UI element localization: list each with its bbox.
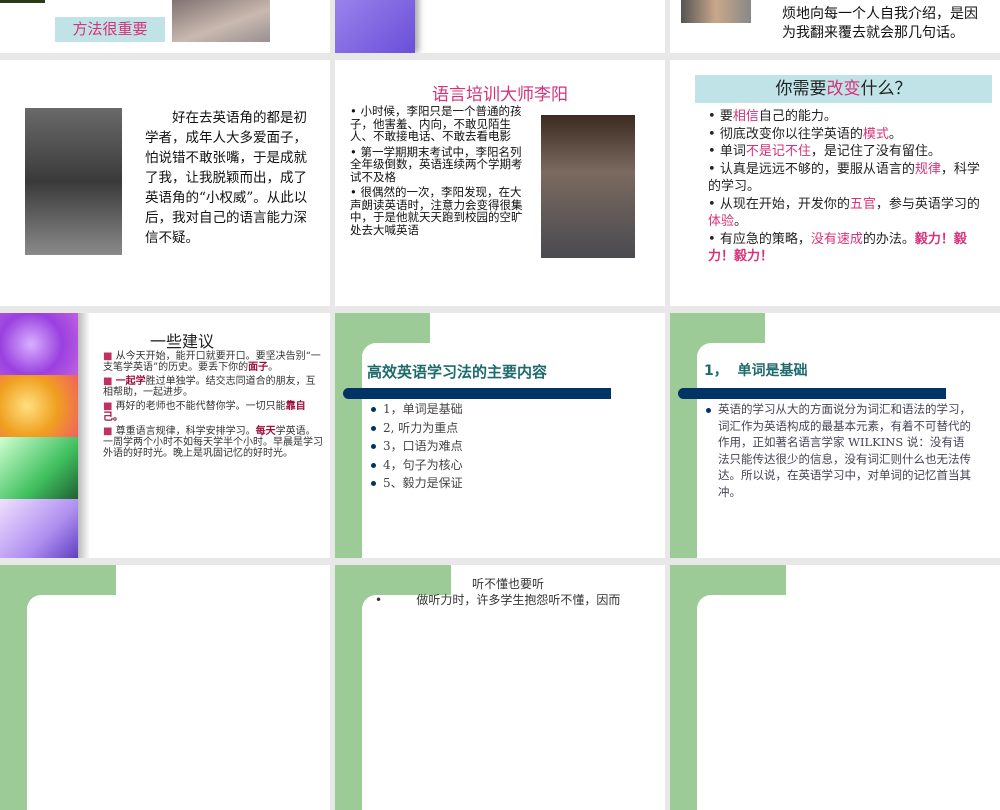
h: 一起学 xyxy=(115,376,146,387)
slide-thumbnail-7[interactable]: 一些建议 ■ 从今天开始，能开口就要开口。要坚决告别“一支笔学英语”的历史。要丢… xyxy=(0,313,330,558)
h: 不是记不住 xyxy=(745,144,811,159)
slide-title: 你需要改变什么？ xyxy=(695,75,992,103)
t: 尊重语言规律，科学安排学习。 xyxy=(115,426,256,437)
bullet-text: 第一学期期末考试中，李阳名列全年级倒数，英语连续两个学期考试不及格 xyxy=(350,144,523,184)
slide-title: 1， 单词是基础 xyxy=(704,363,808,379)
title-part: 什么？ xyxy=(860,79,912,99)
title-underline-bar xyxy=(678,388,946,399)
bullet-item: • 要相信自己的能力。 xyxy=(708,109,837,124)
text-line: 为我翻来覆去就会那几句话。 xyxy=(782,25,964,41)
list-item: 1，单词是基础 xyxy=(371,400,463,419)
h: 模式 xyxy=(862,126,889,142)
bullet-item: • 很偶然的一次，李阳发现，在大声朗读英语时，注意力会变得很集中，于是他就天天跑… xyxy=(350,185,523,237)
bullet-item: • 第一学期期末考试中，李阳名列全年级倒数，英语连续两个学期考试不及格 xyxy=(350,144,523,184)
book-image-strip xyxy=(335,0,415,53)
list-item: 2, 听力为重点 xyxy=(371,419,463,438)
h: 没有速成 xyxy=(810,231,863,247)
bullet-text: 很偶然的一次，李阳发现，在大声朗读英语时，注意力会变得很集中，于是他就天天跑到校… xyxy=(350,185,523,237)
text-line: 烦地向每一个人自我介绍，是因 xyxy=(782,6,978,22)
h: 五官 xyxy=(849,196,876,212)
bullet-item: • 单词不是记不住，是记住了没有留住。 xyxy=(708,144,941,159)
t: ，参与英语学习的 xyxy=(875,196,980,212)
green-column xyxy=(0,565,28,810)
clock-image xyxy=(0,313,78,375)
t: 有应急的策略， xyxy=(719,231,811,247)
title-part: 你需要 xyxy=(775,79,827,99)
body-text: 英语的学习从大的方面说分为词汇和语法的学习，词汇作为英语构成的最基本元素，有着不… xyxy=(706,401,971,500)
bullet-item: ■ 再好的老师也不能代替你学。一切只能靠自己。 xyxy=(103,401,306,423)
slide-thumbnail-1[interactable]: 方法很重要 xyxy=(0,0,330,53)
slide-thumbnail-9[interactable]: 1， 单词是基础 英语的学习从大的方面说分为词汇和语法的学习，词汇作为英语构成的… xyxy=(670,313,1000,558)
slide-thumbnail-8[interactable]: 高效英语学习法的主要内容 1，单词是基础 2, 听力为重点 3，口语为难点 4，… xyxy=(335,313,665,558)
t: 从今天开始，能开口就要开口。要坚决告别“一支笔学英语”的历史。要丢下你的 xyxy=(103,351,321,373)
content-panel xyxy=(362,595,665,810)
bullet-text: 做听力时，许多学生抱怨听不懂，因而 xyxy=(416,593,621,607)
bullet-item: ■ 一起学胜过单独学。结交志同道合的朋友，互相帮助，一起进步。 xyxy=(103,376,316,398)
slide-thumbnail-2[interactable] xyxy=(335,0,665,53)
green-column xyxy=(335,565,363,810)
slide-title-box: 方法很重要 xyxy=(55,17,165,42)
slide-thumbnail-6[interactable]: 你需要改变什么？ • 要相信自己的能力。 • 彻底改变你以往学英语的模式。 • … xyxy=(670,60,1000,306)
list-item: 3，口语为难点 xyxy=(371,437,463,456)
photo-image xyxy=(681,0,751,23)
t: 再好的老师也不能代替你学。一切只能 xyxy=(115,401,286,412)
green-column xyxy=(670,565,698,810)
content-panel xyxy=(697,595,1000,810)
h: 规律 xyxy=(914,161,941,177)
green-column xyxy=(670,313,698,558)
woman-photo xyxy=(25,108,122,255)
bullet-item: • 从现在开始，开发你的五官，参与英语学习的体验。 xyxy=(708,196,980,230)
t: 彻底改变你以往学英语的 xyxy=(719,126,863,142)
t: 单词 xyxy=(719,144,746,159)
t: 。 xyxy=(268,362,279,373)
shadow-divider xyxy=(78,313,90,558)
title-highlight: 改变 xyxy=(826,79,861,99)
slide-title: 高效英语学习法的主要内容 xyxy=(367,363,548,381)
bullet-item: • 认真是远远不够的，要服从语言的规律，科学的学习。 xyxy=(708,161,980,195)
t: 。 xyxy=(888,126,902,142)
slide-thumbnail-12[interactable] xyxy=(670,565,1000,810)
t: 自己的能力。 xyxy=(758,109,837,124)
slide-paragraph: 好在去英语角的都是初学者，成年人大多爱面子，怕说错不敢张嘴，于是成就了我，让我脱… xyxy=(145,110,308,246)
bullet-item: ■ 尊重语言规律，科学安排学习。每天学英语。一周学两个小时不如每天学半个小时。早… xyxy=(103,426,323,459)
t: ，是记住了没有留住。 xyxy=(810,144,941,159)
slide-title: 语言培训大师李阳 xyxy=(432,85,568,105)
bullet-text: 小时候，李阳只是一个普通的孩子，他害羞、内向，不敢见陌生人、不敢接电话、不敢去看… xyxy=(350,104,522,143)
books-image xyxy=(0,437,78,499)
t: 。 xyxy=(734,214,748,229)
dog-photo xyxy=(172,0,270,42)
list-item: 4，句子为核心 xyxy=(371,456,463,475)
slide-text: 烦地向每一个人自我介绍，是因 为我翻来覆去就会那几句话。 xyxy=(782,5,978,43)
li-yang-photo xyxy=(541,115,635,258)
h: 每天 xyxy=(255,426,276,437)
t: 要 xyxy=(719,109,733,124)
t: 从现在开始，开发你的 xyxy=(719,196,850,212)
h: 体验 xyxy=(708,214,735,229)
slide-thumbnail-5[interactable]: 语言培训大师李阳 • 小时候，李阳只是一个普通的孩子，他害羞、内向，不敢见陌生人… xyxy=(335,60,665,306)
clock-image xyxy=(0,375,78,437)
slide-title: 听不懂也要听 xyxy=(472,577,545,591)
slide-thumbnail-11[interactable]: 听不懂也要听 • 做听力时，许多学生抱怨听不懂，因而 xyxy=(335,565,665,810)
h: 相信 xyxy=(732,109,759,124)
slide-thumbnail-10[interactable] xyxy=(0,565,330,810)
content-panel xyxy=(27,595,330,810)
list-item: 5、毅力是保证 xyxy=(371,474,463,493)
bullet-item: ■ 从今天开始，能开口就要开口。要坚决告别“一支笔学英语”的历史。要丢下你的面子… xyxy=(103,351,321,373)
h: 面子 xyxy=(248,362,269,373)
slide-thumbnail-4[interactable]: 好在去英语角的都是初学者，成年人大多爱面子，怕说错不敢张嘴，于是成就了我，让我脱… xyxy=(0,60,330,306)
slide-title: 一些建议 xyxy=(150,332,215,351)
slide-thumbnail-3[interactable]: 烦地向每一个人自我介绍，是因 为我翻来覆去就会那几句话。 xyxy=(670,0,1000,53)
books-image xyxy=(0,499,78,558)
t: 的办法。 xyxy=(862,231,915,247)
bullet-item: • 彻底改变你以往学英语的模式。 xyxy=(708,126,902,142)
t: 认真是远远不够的，要服从语言的 xyxy=(719,161,915,177)
bullet-item: • 小时候，李阳只是一个普通的孩子，他害羞、内向，不敢见陌生人、不敢接电话、不敢… xyxy=(350,104,522,143)
green-column xyxy=(335,313,363,558)
title-underline-bar xyxy=(343,388,611,399)
photo-image xyxy=(0,0,45,3)
bullet-item: • 有应急的策略，没有速成的办法。毅力！毅力！毅力！ xyxy=(708,231,967,265)
